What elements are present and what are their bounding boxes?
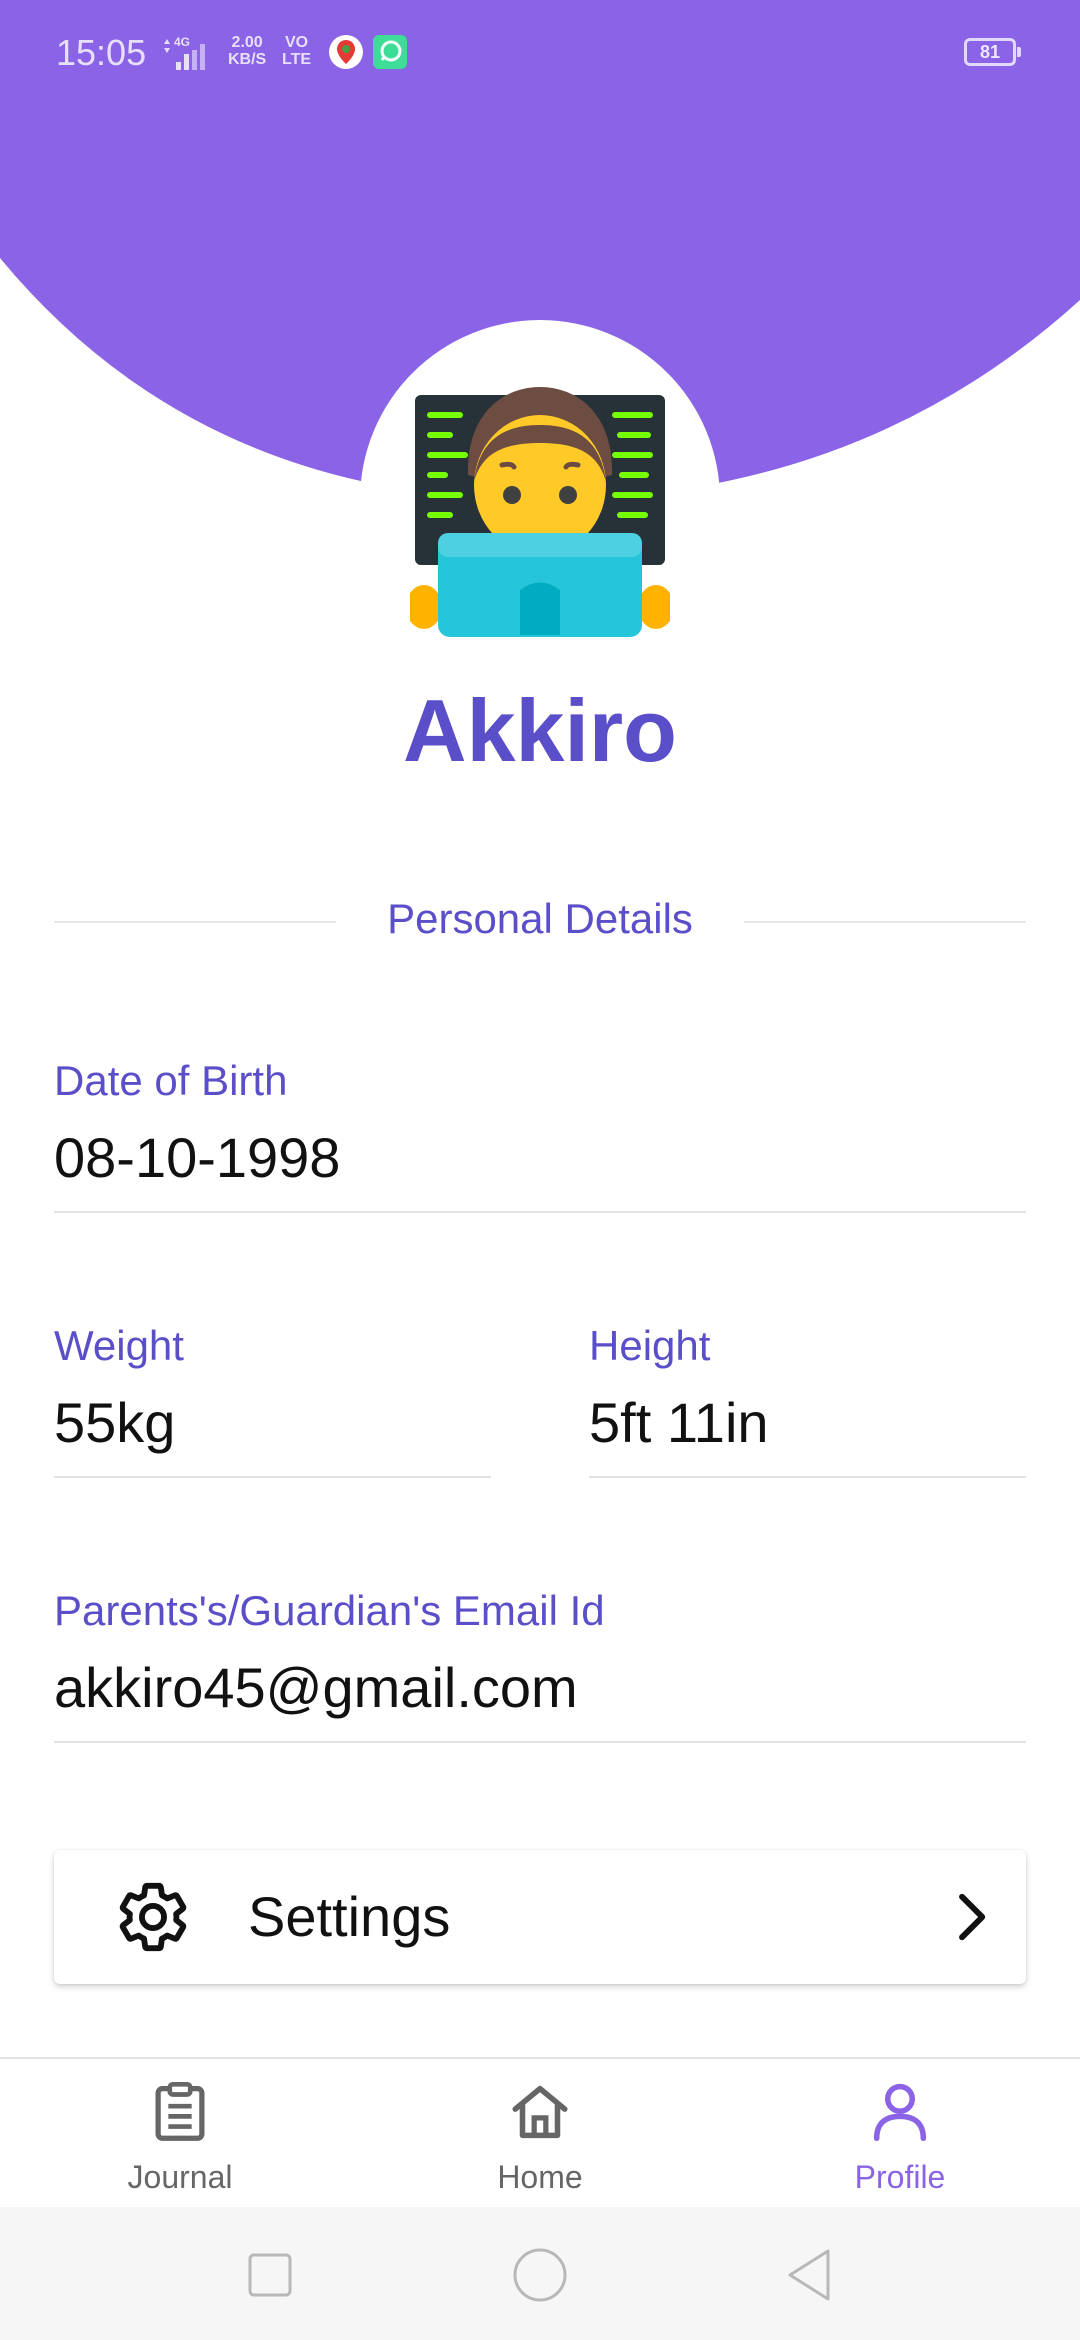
- section-divider-right: [744, 921, 1026, 923]
- recents-icon[interactable]: [240, 2245, 300, 2305]
- weight-label: Weight: [54, 1322, 184, 1369]
- dob-underline: [54, 1211, 1026, 1213]
- svg-text:4G: 4G: [174, 35, 190, 49]
- height-value: 5ft 11in: [589, 1391, 769, 1454]
- status-bar: 15:05 4G 2.00 KB/S VO LTE 81: [0, 0, 1080, 110]
- nav-item-profile[interactable]: Profile: [720, 2059, 1080, 2209]
- nav-item-journal[interactable]: Journal: [0, 2059, 360, 2209]
- chat-notification-icon: [373, 35, 407, 69]
- weight-value: 55kg: [54, 1391, 176, 1454]
- email-label: Parents's/Guardian's Email Id: [54, 1587, 605, 1634]
- dob-field[interactable]: Date of Birth 08-10-1998: [54, 1055, 1026, 1213]
- height-field[interactable]: Height 5ft 11in: [589, 1320, 1026, 1478]
- dob-value: 08-10-1998: [54, 1126, 341, 1189]
- clipboard-icon: [155, 2081, 205, 2141]
- nav-label-journal: Journal: [127, 2159, 233, 2195]
- back-icon[interactable]: [780, 2245, 840, 2305]
- email-value: akkiro45@gmail.com: [54, 1656, 578, 1719]
- nav-label-profile: Profile: [854, 2159, 946, 2195]
- bottom-navigation: Journal Home Profile: [0, 2057, 1080, 2209]
- status-time: 15:05: [56, 32, 147, 73]
- section-title: Personal Details: [387, 895, 693, 942]
- email-field[interactable]: Parents's/Guardian's Email Id akkiro45@g…: [54, 1585, 1026, 1743]
- weight-underline: [54, 1476, 491, 1478]
- system-navigation-bar: [0, 2207, 1080, 2340]
- settings-button[interactable]: Settings: [54, 1850, 1026, 1984]
- net-speed: 2.00 KB/S: [228, 34, 267, 68]
- gear-icon: [119, 1882, 187, 1952]
- email-underline: [54, 1741, 1026, 1743]
- nav-item-home[interactable]: Home: [360, 2059, 720, 2209]
- home-system-icon[interactable]: [510, 2245, 570, 2305]
- maps-notification-icon: [329, 35, 363, 69]
- technologist-emoji-icon: [410, 387, 670, 637]
- person-icon: [873, 2083, 927, 2142]
- profile-name: Akkiro: [403, 681, 677, 780]
- height-underline: [589, 1476, 1026, 1478]
- volte-indicator: VO LTE: [282, 34, 312, 68]
- chevron-right-icon: [959, 1893, 986, 1941]
- dob-label: Date of Birth: [54, 1057, 288, 1104]
- settings-label: Settings: [248, 1885, 451, 1948]
- signal-icon: 4G: [164, 35, 205, 70]
- battery-indicator: 81: [964, 38, 1021, 66]
- height-label: Height: [589, 1322, 711, 1369]
- home-icon: [512, 2085, 568, 2139]
- nav-label-home: Home: [497, 2159, 583, 2195]
- weight-field[interactable]: Weight 55kg: [54, 1320, 491, 1478]
